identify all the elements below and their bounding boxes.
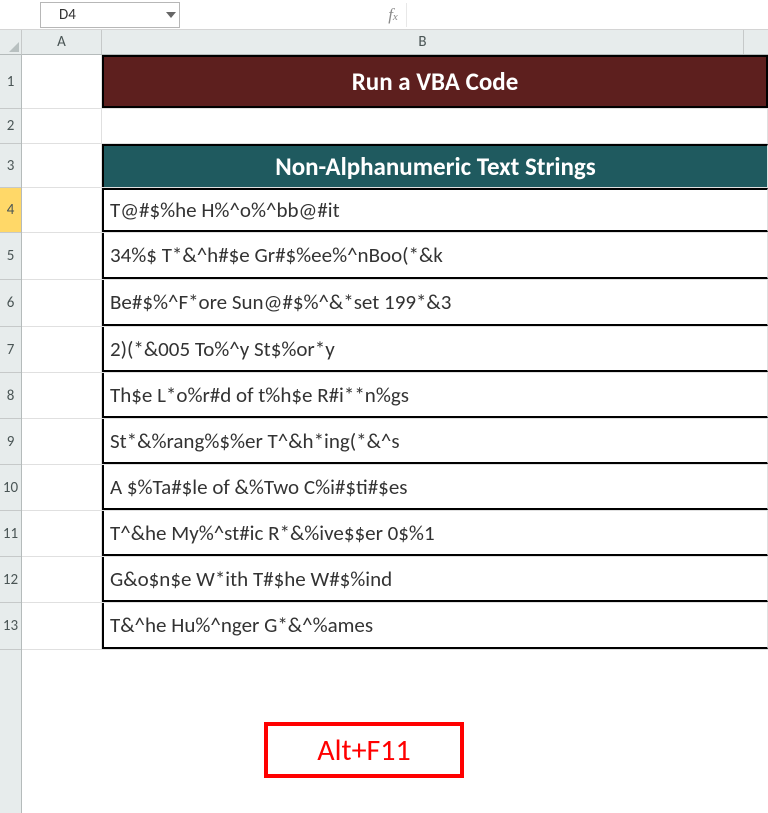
row-header-6[interactable]: 6 (0, 280, 21, 327)
cell-B12[interactable]: G&o$n$e W*ith T#$he W#$%ind (102, 557, 768, 602)
cell-A13[interactable] (22, 603, 102, 649)
cell-A7[interactable] (22, 327, 102, 372)
column-headers: AB (22, 30, 768, 55)
cell-A9[interactable] (22, 419, 102, 464)
cell-B9[interactable]: St*&%rang%$%er T^&h*ing(*&^s (102, 419, 768, 464)
row-header-9[interactable]: 9 (0, 419, 21, 465)
cell-B8[interactable]: Th$e L*o%r#d of t%h$e R#i**n%gs (102, 373, 768, 418)
row-header-10[interactable]: 10 (0, 465, 21, 511)
cell-B3[interactable]: Non-Alphanumeric Text Strings (102, 144, 768, 187)
column-header-B[interactable]: B (102, 30, 744, 54)
cell-B11[interactable]: T^&he My%^st#ic R*&%ive$$er 0$%1 (102, 511, 768, 556)
cell-A11[interactable] (22, 511, 102, 556)
column-header-A[interactable]: A (22, 30, 102, 54)
select-all-corner[interactable] (0, 30, 22, 55)
cell-A5[interactable] (22, 233, 102, 279)
cell-A8[interactable] (22, 373, 102, 418)
row-header-2[interactable]: 2 (0, 109, 21, 144)
row-headers: 12345678910111213 (0, 55, 22, 813)
cell-B10[interactable]: A $%Ta#$le of &%Two C%i#$ti#$es (102, 465, 768, 510)
row-header-13[interactable]: 13 (0, 603, 21, 650)
callout-shortcut: Alt+F11 (264, 722, 464, 778)
cell-A6[interactable] (22, 280, 102, 326)
cell-A3[interactable] (22, 144, 102, 187)
cell-B13[interactable]: T&^he Hu%^nger G*&^%ames (102, 603, 768, 649)
cell-B2[interactable] (102, 109, 768, 143)
name-box-value: D4 (41, 6, 163, 24)
chevron-down-icon[interactable] (163, 3, 179, 27)
cell-A12[interactable] (22, 557, 102, 602)
formula-bar: D4 fx (0, 0, 768, 30)
cell-A2[interactable] (22, 109, 102, 143)
cell-A1[interactable] (22, 55, 102, 108)
row-header-7[interactable]: 7 (0, 327, 21, 373)
cell-B5[interactable]: 34%$ T*&^h#$e Gr#$%ee%^nBoo(*&k (102, 233, 768, 279)
cell-A10[interactable] (22, 465, 102, 510)
row-header-11[interactable]: 11 (0, 511, 21, 557)
row-header-3[interactable]: 3 (0, 144, 21, 188)
name-box[interactable]: D4 (40, 2, 180, 28)
row-header-8[interactable]: 8 (0, 373, 21, 419)
callout-text: Alt+F11 (317, 732, 410, 769)
row-header-5[interactable]: 5 (0, 233, 21, 280)
cell-B6[interactable]: Be#$%^F*ore Sun@#$%^&*set 199*&3 (102, 280, 768, 326)
cell-B7[interactable]: 2)(*&005 To%^y St$%or*y (102, 327, 768, 372)
cell-A4[interactable] (22, 188, 102, 232)
cells-area[interactable]: Run a VBA Code Non-Alphanumeric Text Stri… (22, 55, 768, 813)
cell-B4[interactable]: T@#$%he H%^o%^bb@#it (102, 188, 768, 232)
row-header-1[interactable]: 1 (0, 55, 21, 109)
formula-input[interactable] (406, 3, 768, 27)
fx-icon[interactable]: fx (380, 5, 406, 25)
row-header-12[interactable]: 12 (0, 557, 21, 603)
row-header-4[interactable]: 4 (0, 188, 21, 233)
cell-B1[interactable]: Run a VBA Code (102, 55, 768, 108)
